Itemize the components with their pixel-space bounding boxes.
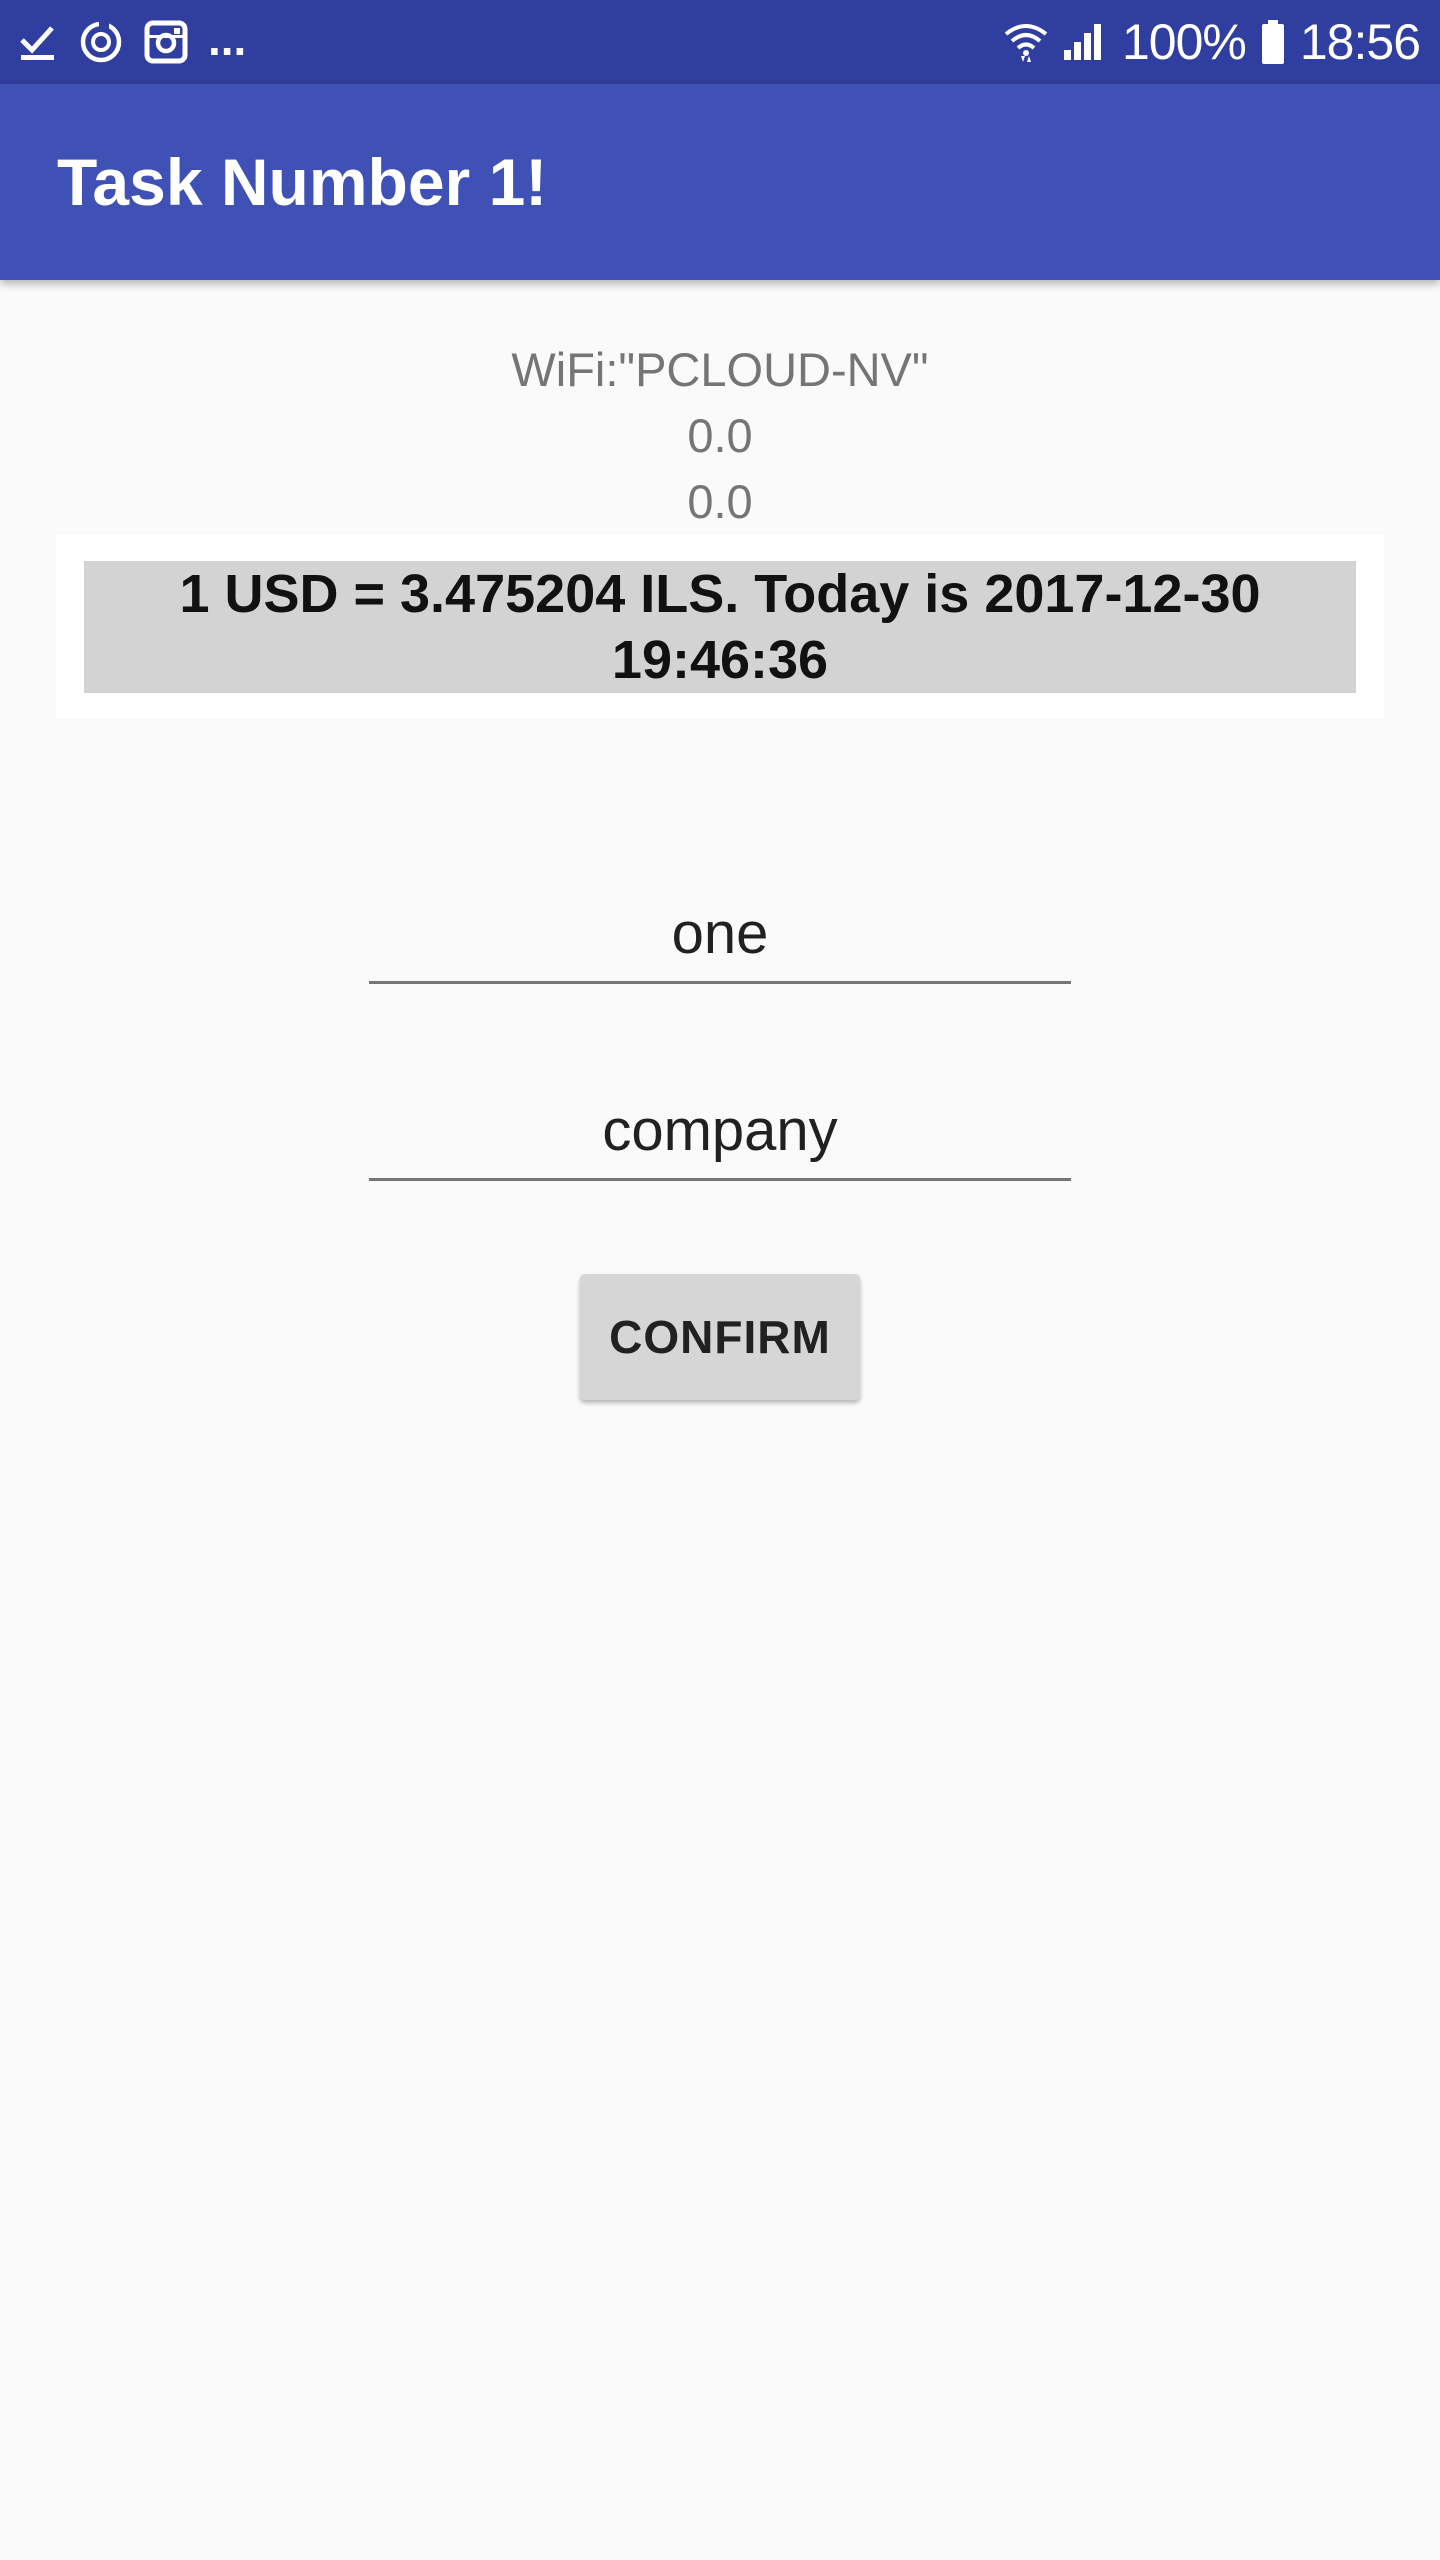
checkmark-icon <box>18 22 58 62</box>
system-status-area: 100% 18:56 <box>1004 0 1421 84</box>
value-label-1: 0.0 <box>687 409 753 462</box>
sync-icon <box>78 19 124 65</box>
exchange-rate-card: 1 USD = 3.475204 ILS. Today is 2017-12-3… <box>56 535 1384 719</box>
battery-icon <box>1260 19 1286 65</box>
notification-area: ... <box>18 0 246 84</box>
app-bar: Task Number 1! <box>0 84 1440 280</box>
second-text-field-underline <box>369 1178 1071 1181</box>
wifi-label: WiFi:"PCLOUD-NV" <box>511 343 929 396</box>
exchange-rate-text: 1 USD = 3.475204 ILS. Today is 2017-12-3… <box>179 564 1261 690</box>
second-text-field[interactable]: company <box>369 1081 1071 1181</box>
more-notifications-indicator: ... <box>208 13 247 65</box>
first-text-field-value[interactable]: one <box>369 884 1071 984</box>
battery-percent: 100% <box>1121 14 1247 70</box>
value-label-2: 0.0 <box>687 475 753 528</box>
first-text-field[interactable]: one <box>369 884 1071 984</box>
second-text-field-value[interactable]: company <box>369 1081 1071 1181</box>
instagram-icon <box>144 20 188 64</box>
status-bar: ... 100% 18:56 <box>0 0 1440 84</box>
first-text-field-underline <box>369 981 1071 984</box>
exchange-rate-box: 1 USD = 3.475204 ILS. Today is 2017-12-3… <box>84 561 1356 693</box>
signal-icon <box>1062 20 1108 64</box>
confirm-button-label: CONFIRM <box>609 1311 831 1363</box>
confirm-button[interactable]: CONFIRM <box>580 1274 860 1400</box>
page-title: Task Number 1! <box>57 145 548 219</box>
wifi-icon <box>1004 20 1048 64</box>
clock: 18:56 <box>1299 14 1421 70</box>
